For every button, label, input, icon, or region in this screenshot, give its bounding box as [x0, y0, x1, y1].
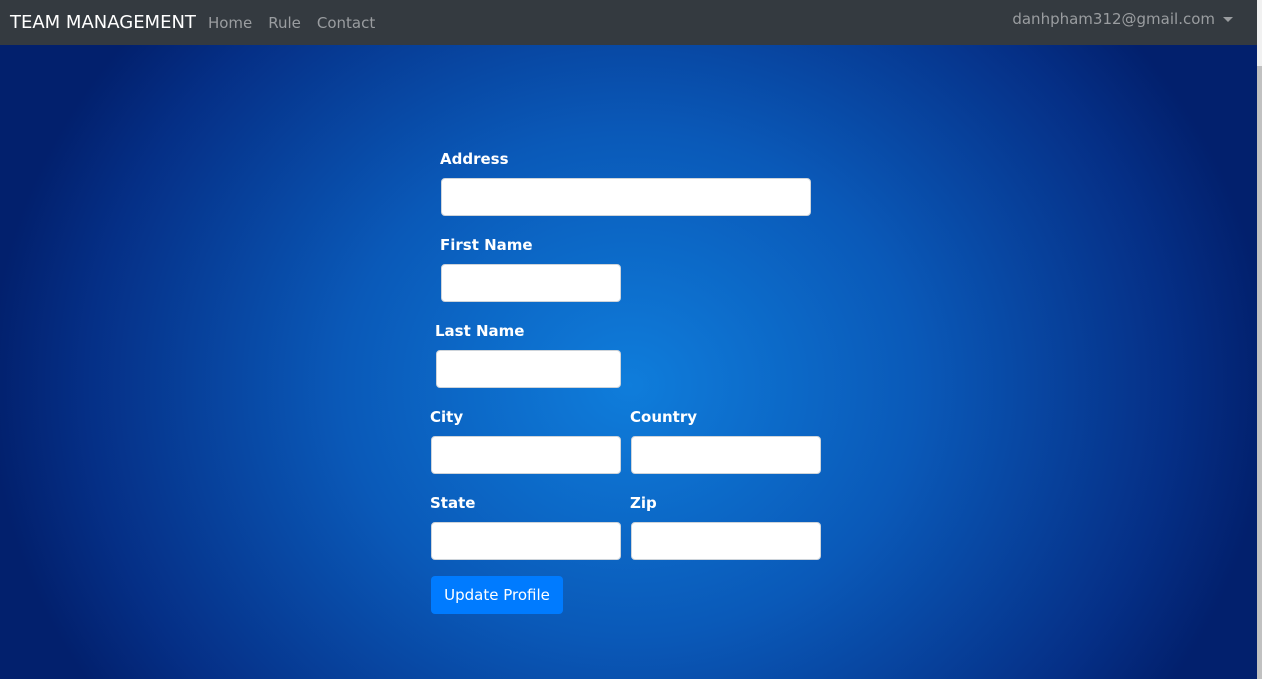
user-email: danhpham312@gmail.com: [1012, 10, 1215, 28]
navbar: TEAM MANAGEMENT Home Rule Contact danhph…: [0, 0, 1257, 45]
last-name-input[interactable]: [436, 350, 621, 388]
zip-input[interactable]: [631, 522, 821, 560]
last-name-label: Last Name: [435, 322, 525, 340]
caret-down-icon: [1223, 17, 1233, 22]
nav-home[interactable]: Home: [208, 14, 252, 32]
update-profile-button[interactable]: Update Profile: [431, 576, 563, 614]
scrollbar-thumb[interactable]: [1257, 66, 1262, 679]
first-name-input[interactable]: [441, 264, 621, 302]
address-label: Address: [440, 150, 509, 168]
page-background: [0, 45, 1257, 679]
city-input[interactable]: [431, 436, 621, 474]
user-dropdown[interactable]: danhpham312@gmail.com: [1012, 10, 1233, 28]
address-input[interactable]: [441, 178, 811, 216]
first-name-label: First Name: [440, 236, 533, 254]
state-label: State: [430, 494, 476, 512]
brand[interactable]: TEAM MANAGEMENT: [10, 12, 196, 33]
nav-rule[interactable]: Rule: [268, 14, 301, 32]
scrollbar[interactable]: [1257, 0, 1262, 679]
country-label: Country: [630, 408, 698, 426]
nav-contact[interactable]: Contact: [317, 14, 375, 32]
city-label: City: [430, 408, 464, 426]
country-input[interactable]: [631, 436, 821, 474]
state-input[interactable]: [431, 522, 621, 560]
zip-label: Zip: [630, 494, 657, 512]
